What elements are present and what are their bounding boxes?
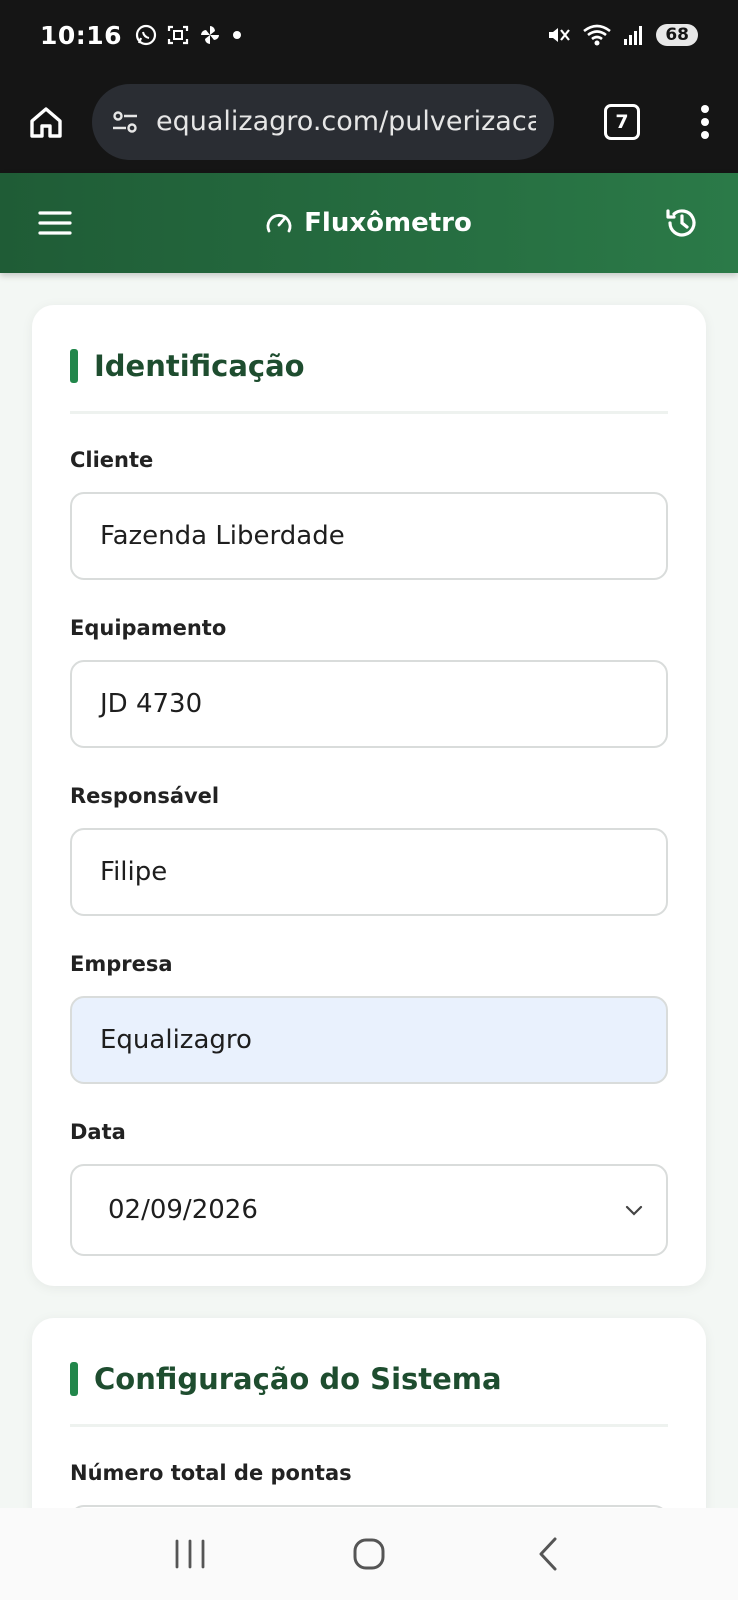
- empresa-input[interactable]: Equalizagro: [70, 996, 668, 1084]
- hamburger-menu-icon[interactable]: [38, 209, 72, 237]
- site-settings-icon[interactable]: [110, 107, 140, 137]
- section-divider: [70, 1424, 668, 1427]
- identificacao-card: Identificação Cliente Fazenda Liberdade …: [32, 305, 706, 1286]
- home-icon: [30, 106, 62, 138]
- whatsapp-icon: [135, 24, 157, 46]
- recent-apps-button[interactable]: [150, 1514, 230, 1594]
- mute-icon: [549, 28, 571, 42]
- chevron-down-icon: [625, 1205, 643, 1216]
- responsavel-value: Filipe: [100, 857, 168, 887]
- cliente-input[interactable]: Fazenda Liberdade: [70, 492, 668, 580]
- screenshot-icon: [167, 25, 189, 45]
- app-title: Fluxômetro: [264, 208, 472, 238]
- dot-icon: [233, 31, 242, 39]
- status-time: 10:16: [40, 20, 123, 50]
- address-bar[interactable]: equalizagro.com/pulverizaca: [92, 83, 554, 160]
- home-circle-icon: [353, 1538, 385, 1570]
- equipamento-input[interactable]: JD 4730: [70, 660, 668, 748]
- responsavel-label: Responsável: [70, 784, 220, 808]
- tab-switcher-button[interactable]: 7: [572, 70, 672, 173]
- browser-home-button[interactable]: [0, 70, 92, 173]
- browser-menu-button[interactable]: [672, 70, 738, 173]
- numero-pontas-label: Número total de pontas: [70, 1461, 352, 1485]
- tab-count: 7: [604, 103, 640, 140]
- pinwheel-icon: [201, 26, 220, 44]
- gauge-icon: [266, 214, 292, 233]
- home-button[interactable]: [329, 1514, 409, 1594]
- section-divider: [70, 411, 668, 414]
- section-title-text: Configuração do Sistema: [94, 1362, 502, 1396]
- data-select[interactable]: 02/09/2026: [70, 1164, 668, 1256]
- signal-icon: [624, 26, 643, 45]
- equipamento-value: JD 4730: [100, 689, 203, 719]
- cliente-value: Fazenda Liberdade: [100, 521, 345, 551]
- back-button[interactable]: [508, 1514, 588, 1594]
- app-title-text: Fluxômetro: [304, 208, 472, 238]
- system-nav-bar: [0, 1508, 738, 1600]
- data-value: 02/09/2026: [108, 1195, 258, 1225]
- url-text[interactable]: equalizagro.com/pulverizaca: [156, 106, 536, 137]
- section-title-text: Identificação: [94, 349, 305, 383]
- responsavel-input[interactable]: Filipe: [70, 828, 668, 916]
- battery-indicator: 68: [656, 24, 698, 46]
- section-accent-bar: [70, 1362, 78, 1396]
- status-right-icons: 68: [546, 23, 698, 47]
- app-header: Fluxômetro: [0, 173, 738, 273]
- browser-toolbar: equalizagro.com/pulverizaca 7: [0, 70, 738, 173]
- history-icon[interactable]: [664, 205, 700, 241]
- status-left-icons: [134, 23, 244, 47]
- more-vert-icon: [701, 104, 709, 139]
- section-title: Configuração do Sistema: [70, 1348, 668, 1410]
- wifi-icon: [583, 24, 612, 46]
- section-title: Identificação: [70, 335, 668, 397]
- section-accent-bar: [70, 349, 78, 383]
- cliente-label: Cliente: [70, 448, 154, 472]
- back-chevron-icon: [539, 1537, 557, 1571]
- data-label: Data: [70, 1120, 126, 1144]
- recent-apps-icon: [175, 1539, 205, 1569]
- status-bar: 10:16 68: [0, 0, 738, 70]
- equipamento-label: Equipamento: [70, 616, 227, 640]
- empresa-value: Equalizagro: [100, 1025, 252, 1055]
- empresa-label: Empresa: [70, 952, 173, 976]
